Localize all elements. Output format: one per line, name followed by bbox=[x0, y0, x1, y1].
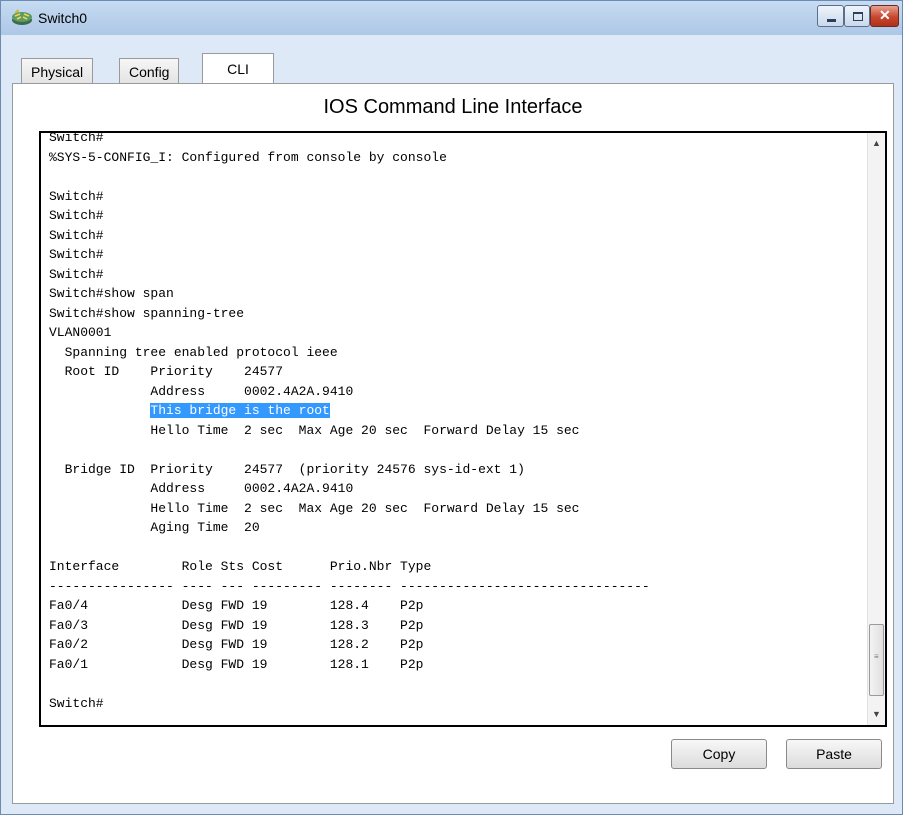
terminal-line-prefix bbox=[49, 403, 150, 418]
terminal-line: Switch# bbox=[49, 131, 104, 145]
tab-cli[interactable]: CLI bbox=[202, 53, 274, 84]
terminal-line: VLAN0001 bbox=[49, 325, 112, 340]
terminal-line: Fa0/3 Desg FWD 19 128.3 P2p bbox=[49, 617, 424, 633]
terminal-line: %SYS-5-CONFIG_I: Configured from console… bbox=[49, 149, 447, 165]
terminal-line: This bridge is the root bbox=[49, 401, 861, 421]
tab-physical[interactable]: Physical bbox=[21, 58, 94, 84]
terminal-line: Spanning tree enabled protocol ieee bbox=[49, 344, 338, 360]
terminal-line: Switch# bbox=[49, 266, 104, 282]
cli-panel: IOS Command Line Interface Switch# %SYS-5… bbox=[12, 83, 894, 804]
copy-button[interactable]: Copy bbox=[671, 739, 767, 769]
tab-bar: Physical Config CLI bbox=[11, 52, 892, 84]
terminal-line: Switch# bbox=[49, 227, 104, 243]
title-bar[interactable]: Switch0 bbox=[1, 1, 902, 35]
switch-device-icon bbox=[11, 8, 33, 26]
terminal-line: Switch# bbox=[49, 695, 104, 711]
panel-heading: IOS Command Line Interface bbox=[323, 96, 583, 118]
cli-terminal[interactable]: Switch# %SYS-5-CONFIG_I: Configured from … bbox=[39, 131, 887, 727]
close-button[interactable] bbox=[870, 5, 899, 27]
terminal-line: Switch#show span bbox=[49, 286, 174, 301]
scroll-up-arrow-icon[interactable]: ▲ bbox=[868, 135, 885, 152]
scroll-down-arrow-icon[interactable]: ▼ bbox=[868, 706, 885, 723]
vertical-scrollbar[interactable]: ▲ ≡ ▼ bbox=[867, 133, 885, 725]
selected-text[interactable]: This bridge is the root bbox=[150, 403, 330, 418]
terminal-line: Hello Time 2 sec Max Age 20 sec Forward … bbox=[49, 422, 580, 438]
paste-button[interactable]: Paste bbox=[786, 739, 882, 769]
minimize-button[interactable] bbox=[817, 5, 844, 27]
grip-icon: ≡ bbox=[874, 652, 879, 661]
terminal-line: Switch#show spanning-tree bbox=[49, 305, 245, 321]
window-title: Switch0 bbox=[38, 10, 88, 26]
terminal-line: Fa0/1 Desg FWD 19 128.1 P2p bbox=[49, 656, 424, 672]
terminal-line: ---------------- ---- --- --------- ----… bbox=[49, 578, 650, 594]
terminal-line: Fa0/4 Desg FWD 19 128.4 P2p bbox=[49, 598, 424, 613]
scroll-thumb[interactable]: ≡ bbox=[869, 624, 884, 696]
terminal-line: Bridge ID Priority 24577 (priority 24576… bbox=[49, 461, 525, 477]
switch-window: Switch0 Physical Config CLI IOS Command … bbox=[0, 0, 903, 815]
terminal-line: Interface Role Sts Cost Prio.Nbr Type bbox=[49, 559, 432, 574]
terminal-line: Switch# bbox=[49, 208, 104, 223]
terminal-line: Address 0002.4A2A.9410 bbox=[49, 383, 354, 399]
terminal-line: Aging Time 20 bbox=[49, 520, 260, 535]
terminal-output[interactable]: Switch# %SYS-5-CONFIG_I: Configured from … bbox=[49, 131, 861, 713]
terminal-line: Root ID Priority 24577 bbox=[49, 364, 284, 379]
terminal-line: Switch# bbox=[49, 247, 104, 262]
tab-config[interactable]: Config bbox=[119, 58, 180, 84]
terminal-line: Fa0/2 Desg FWD 19 128.2 P2p bbox=[49, 637, 424, 652]
terminal-line: Address 0002.4A2A.9410 bbox=[49, 481, 354, 496]
terminal-line: Switch# bbox=[49, 188, 104, 204]
terminal-line: Hello Time 2 sec Max Age 20 sec Forward … bbox=[49, 500, 580, 516]
maximize-button[interactable] bbox=[844, 5, 870, 27]
